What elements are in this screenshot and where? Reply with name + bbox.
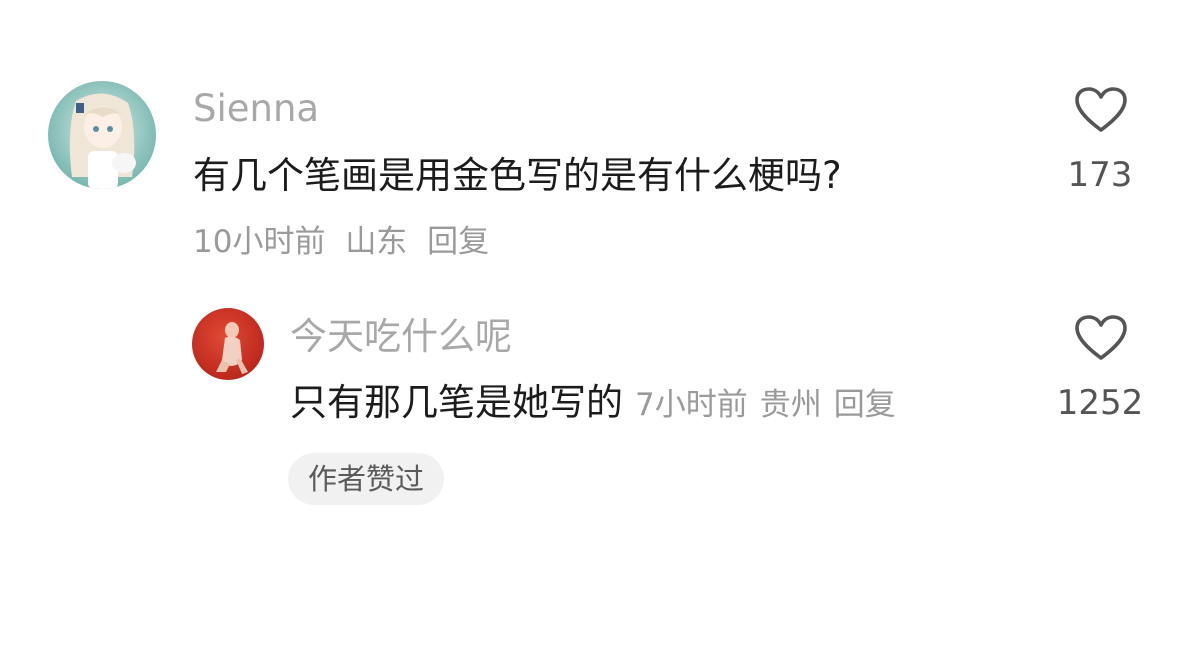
avatar[interactable] <box>192 308 264 380</box>
reply-button[interactable]: 回复 <box>427 224 489 260</box>
avatar[interactable] <box>48 81 156 189</box>
reply-time: 7小时前 <box>635 387 748 423</box>
reply-button[interactable]: 回复 <box>834 387 896 423</box>
comment-meta: 10小时前 山东 回复 <box>193 220 489 264</box>
reply-location: 贵州 <box>759 387 822 423</box>
comment-location: 山东 <box>345 224 408 260</box>
reply-username[interactable]: 今天吃什么呢 <box>290 314 512 360</box>
comment-thread: Sienna 有几个笔画是用金色写的是有什么梗吗? 10小时前 山东 回复 17… <box>0 0 1179 657</box>
heart-outline-icon[interactable] <box>1074 86 1128 134</box>
comment-text: 有几个笔画是用金色写的是有什么梗吗? <box>193 154 842 197</box>
like-count: 173 <box>1067 155 1133 195</box>
avatar-illustration <box>48 81 156 189</box>
comment-time: 10小时前 <box>193 224 326 260</box>
reply-text: 只有那几笔是她写的 <box>290 381 623 424</box>
heart-outline-icon[interactable] <box>1074 314 1128 362</box>
comment-username[interactable]: Sienna <box>193 86 319 132</box>
like-count: 1252 <box>1056 383 1144 423</box>
author-liked-badge: 作者赞过 <box>288 453 445 505</box>
reply-line: 只有那几笔是她写的 7小时前 贵州 回复 <box>290 380 896 428</box>
avatar-illustration <box>192 308 264 380</box>
